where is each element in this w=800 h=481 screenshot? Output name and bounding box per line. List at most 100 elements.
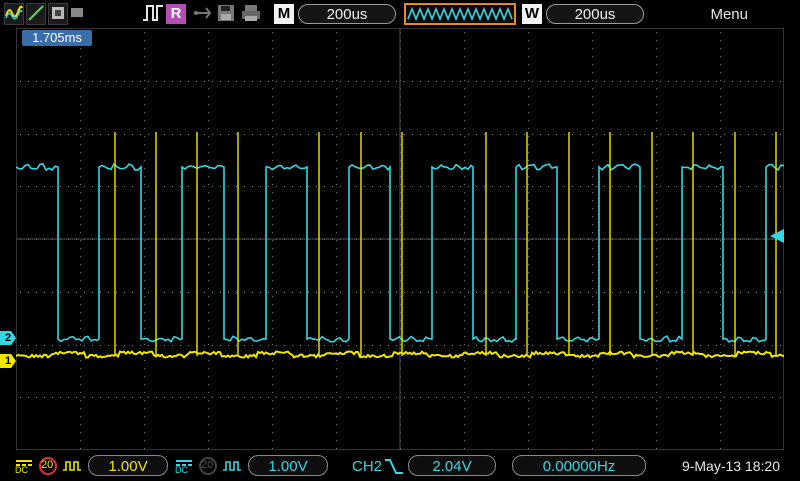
ch2-ground-marker[interactable]: 2 <box>0 331 16 345</box>
trigger-time-marker[interactable]: 1.705ms <box>22 30 92 46</box>
grid-dot <box>336 336 337 337</box>
grid-dot <box>708 186 709 187</box>
grid-dot <box>528 160 529 161</box>
grid-dot <box>464 416 465 417</box>
grid-dot <box>188 134 189 135</box>
window-timebase-value[interactable]: 200us <box>546 4 644 24</box>
run-mode-indicator[interactable]: R <box>166 4 186 24</box>
grid-dot <box>444 186 445 187</box>
grid-dot <box>720 224 721 225</box>
grid-dot <box>464 96 465 97</box>
waveform-display[interactable] <box>15 27 785 451</box>
grid-dot <box>628 292 629 293</box>
grid-dot <box>292 81 293 82</box>
grid-dot <box>468 397 469 398</box>
grid-dot <box>336 216 337 217</box>
grid-dot <box>772 186 773 187</box>
grid-dot <box>528 176 529 177</box>
grid-dot <box>740 134 741 135</box>
grid-dot <box>144 320 145 321</box>
grid-dot <box>144 96 145 97</box>
grid-dot <box>592 408 593 409</box>
grid-dot <box>44 345 45 346</box>
ch1-invert-icon[interactable] <box>62 456 82 476</box>
grid-dot <box>676 292 677 293</box>
grid-dot <box>436 397 437 398</box>
ch2-bandwidth-limit-icon[interactable]: 20 <box>198 456 218 476</box>
grid-dot <box>720 368 721 369</box>
grid-dot <box>300 134 301 135</box>
save-disk-icon[interactable] <box>216 3 236 25</box>
grid-dot <box>336 408 337 409</box>
grid-dot <box>356 292 357 293</box>
grid-dot <box>592 104 593 105</box>
frequency-counter[interactable]: 0.00000Hz <box>512 455 646 476</box>
grid-dot <box>528 184 529 185</box>
grid-dot <box>528 248 529 249</box>
grid-dot <box>476 397 477 398</box>
bottom-status-bar: DC 20 1.00V DC 20 1.00V CH2 2.04V 0.0000… <box>0 451 800 480</box>
trigger-edge-rising-icon[interactable] <box>384 456 404 476</box>
menu-button[interactable]: Menu <box>710 6 748 23</box>
grid-dot <box>748 81 749 82</box>
grid-dot <box>528 360 529 361</box>
grid-dot <box>464 224 465 225</box>
grid-dot <box>656 376 657 377</box>
ch2-invert-icon[interactable] <box>222 456 242 476</box>
camera-icon[interactable] <box>70 3 84 25</box>
grid-dot <box>464 376 465 377</box>
grid-dot <box>452 186 453 187</box>
pulse-trigger-icon[interactable] <box>142 3 164 25</box>
grid-dot <box>60 292 61 293</box>
grid-dot <box>720 288 721 289</box>
grid-dot <box>540 345 541 346</box>
grid-dot <box>428 345 429 346</box>
cursor-line-icon[interactable] <box>26 3 46 25</box>
ch1-coupling-icon[interactable]: DC <box>14 456 34 476</box>
ch1-ground-marker[interactable]: 1 <box>0 354 16 368</box>
memory-depth-icon[interactable] <box>404 3 516 25</box>
grid-dot <box>28 81 29 82</box>
grid-dot <box>636 345 637 346</box>
grid-dot <box>528 288 529 289</box>
grid-dot <box>208 368 209 369</box>
trigger-level[interactable]: 2.04V <box>408 455 496 476</box>
grid-dot <box>700 397 701 398</box>
grid-dot <box>124 345 125 346</box>
grid-dot <box>272 344 273 345</box>
waveform-display-icon[interactable] <box>4 3 24 25</box>
grid-dot <box>164 81 165 82</box>
ch1-bandwidth-limit-icon[interactable]: 20 <box>38 456 58 476</box>
grid-dot <box>144 216 145 217</box>
grid-dot <box>528 448 529 449</box>
printer-icon[interactable] <box>240 3 262 25</box>
grid-dot <box>404 81 405 82</box>
grid-dot <box>596 134 597 135</box>
grid-dot <box>208 240 209 241</box>
ch2-scale[interactable]: 1.00V <box>248 455 328 476</box>
grid-dot <box>116 81 117 82</box>
grid-dot <box>124 292 125 293</box>
grid-dot <box>272 312 273 313</box>
ch2-coupling-icon[interactable]: DC <box>174 456 194 476</box>
grid-dot <box>140 397 141 398</box>
grid-dot <box>720 248 721 249</box>
ch1-scale[interactable]: 1.00V <box>88 455 168 476</box>
grid-dot <box>720 192 721 193</box>
grid-dot <box>720 112 721 113</box>
main-timebase-value[interactable]: 200us <box>298 4 396 24</box>
grid-dot <box>592 160 593 161</box>
grid-dot <box>60 81 61 82</box>
grid-dot <box>428 134 429 135</box>
print-screen-icon[interactable] <box>48 3 68 25</box>
grid-dot <box>36 186 37 187</box>
trigger-source[interactable]: CH2 <box>352 458 382 475</box>
grid-dot <box>464 312 465 313</box>
grid-dot <box>720 64 721 65</box>
grid-dot <box>336 56 337 57</box>
grid-dot <box>276 397 277 398</box>
grid-dot <box>144 152 145 153</box>
grid-dot <box>720 208 721 209</box>
waveform-plot <box>15 27 785 451</box>
grid-dot <box>180 81 181 82</box>
